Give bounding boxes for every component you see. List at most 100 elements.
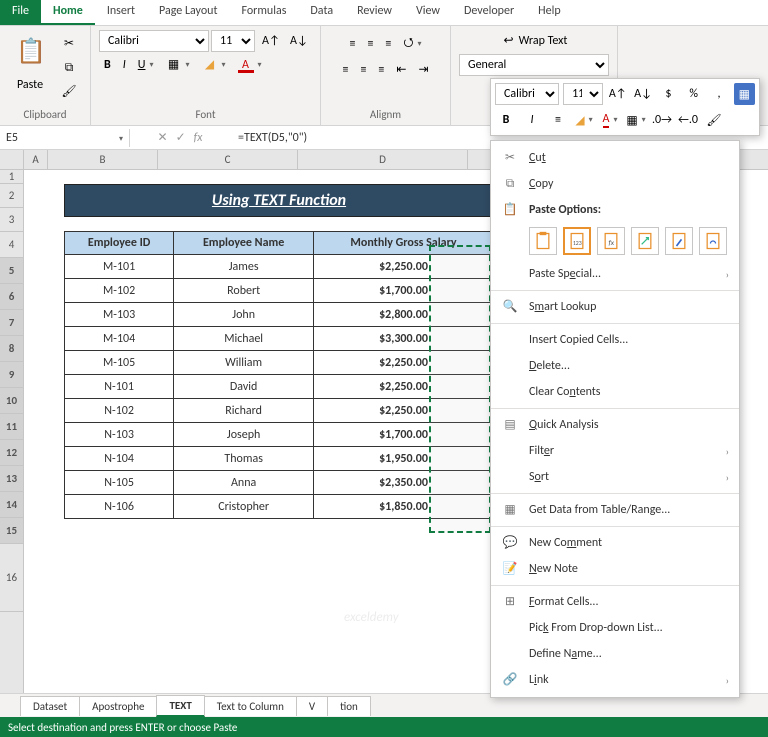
- cell-name[interactable]: Joseph: [174, 423, 314, 447]
- underline-button[interactable]: U: [133, 55, 159, 75]
- mini-shrink-font[interactable]: A↓: [632, 83, 653, 105]
- cut-button[interactable]: ✂: [56, 33, 82, 55]
- fx-icon[interactable]: fx: [194, 131, 203, 145]
- cell-name[interactable]: Anna: [174, 471, 314, 495]
- ctx-clear-contents[interactable]: Clear Contents: [491, 379, 739, 405]
- row-header-16[interactable]: 16: [0, 544, 23, 612]
- mini-format-painter[interactable]: 🖌: [703, 109, 725, 131]
- ctx-format-cells[interactable]: ⊞Format Cells...: [491, 589, 739, 615]
- sheet-tab-text[interactable]: TEXT: [156, 695, 204, 717]
- row-header-6[interactable]: 6: [0, 284, 23, 310]
- cell-id[interactable]: M-104: [65, 327, 174, 351]
- paste-opt-values[interactable]: 123: [563, 227, 591, 255]
- ctx-define-name[interactable]: Define Name...: [491, 641, 739, 667]
- mini-percent[interactable]: %: [683, 83, 704, 105]
- row-header-5[interactable]: 5: [0, 258, 23, 284]
- format-painter-button[interactable]: 🖌: [56, 81, 82, 103]
- col-header-B[interactable]: B: [48, 150, 158, 169]
- mini-inc-decimal[interactable]: .0→: [651, 109, 673, 131]
- tab-formulas[interactable]: Formulas: [229, 0, 298, 25]
- decrease-font-button[interactable]: A↓: [285, 30, 311, 52]
- row-header-12[interactable]: 12: [0, 440, 23, 466]
- sheet-tab-v[interactable]: V: [296, 696, 328, 716]
- cell-name[interactable]: Robert: [174, 279, 314, 303]
- cancel-formula-icon[interactable]: ✕: [158, 130, 168, 145]
- row-header-14[interactable]: 14: [0, 492, 23, 518]
- cell-name[interactable]: Thomas: [174, 447, 314, 471]
- cell-id[interactable]: M-101: [65, 255, 174, 279]
- font-size-select[interactable]: 11: [211, 30, 255, 52]
- ctx-copy[interactable]: ⧉Copy: [491, 171, 739, 197]
- mini-grow-font[interactable]: A↑: [607, 83, 628, 105]
- row-header-1[interactable]: 1: [0, 170, 23, 184]
- bold-button[interactable]: B: [99, 55, 116, 75]
- borders-button[interactable]: ▦: [160, 54, 194, 76]
- cell-name[interactable]: David: [174, 375, 314, 399]
- select-all-corner[interactable]: [0, 150, 23, 170]
- cell-id[interactable]: M-105: [65, 351, 174, 375]
- paste-opt-transpose[interactable]: [631, 227, 659, 255]
- cell-name[interactable]: John: [174, 303, 314, 327]
- col-header-A[interactable]: A: [24, 150, 48, 169]
- increase-font-button[interactable]: A↑: [257, 30, 283, 52]
- mini-fill-color[interactable]: ◢: [573, 109, 595, 131]
- indent-decrease-button[interactable]: ⇤: [391, 59, 411, 80]
- sheet-tab-apostrophe[interactable]: Apostrophe: [79, 696, 157, 716]
- mini-font-size[interactable]: 11: [563, 83, 603, 105]
- tab-developer[interactable]: Developer: [452, 0, 526, 25]
- align-top-button[interactable]: ≡: [344, 34, 360, 54]
- name-box[interactable]: E5: [0, 129, 130, 147]
- row-header-13[interactable]: 13: [0, 466, 23, 492]
- row-header-3[interactable]: 3: [0, 208, 23, 232]
- cell-name[interactable]: Richard: [174, 399, 314, 423]
- sheet-tab-tion[interactable]: tion: [327, 696, 371, 716]
- align-right-button[interactable]: ≡: [373, 60, 389, 80]
- enter-formula-icon[interactable]: ✓: [176, 130, 186, 145]
- row-header-11[interactable]: 11: [0, 414, 23, 440]
- row-header-4[interactable]: 4: [0, 232, 23, 258]
- tab-file[interactable]: File: [0, 0, 41, 25]
- tab-review[interactable]: Review: [345, 0, 404, 25]
- cell-id[interactable]: N-106: [65, 495, 174, 519]
- ctx-insert-copied[interactable]: Insert Copied Cells...: [491, 327, 739, 353]
- fill-color-button[interactable]: ◢: [197, 54, 231, 76]
- cell-id[interactable]: N-104: [65, 447, 174, 471]
- cell-id[interactable]: N-102: [65, 399, 174, 423]
- align-bottom-button[interactable]: ≡: [380, 34, 396, 54]
- mini-format-table[interactable]: ▦: [734, 83, 755, 105]
- cell-id[interactable]: M-103: [65, 303, 174, 327]
- ctx-paste-special[interactable]: Paste Special...›: [491, 261, 739, 287]
- ctx-new-note[interactable]: 📝New Note: [491, 556, 739, 582]
- paste-opt-default[interactable]: [529, 227, 557, 255]
- tab-view[interactable]: View: [404, 0, 452, 25]
- paste-button[interactable]: 📋 Paste: [8, 35, 52, 101]
- mini-align-center[interactable]: ≡: [547, 109, 569, 131]
- orientation-button[interactable]: ⭯: [398, 30, 426, 57]
- tab-help[interactable]: Help: [526, 0, 573, 25]
- mini-accounting[interactable]: $: [658, 83, 679, 105]
- align-left-button[interactable]: ≡: [337, 60, 353, 80]
- cell-name[interactable]: Cristopher: [174, 495, 314, 519]
- mini-bold[interactable]: B: [495, 109, 517, 131]
- indent-increase-button[interactable]: ⇥: [413, 59, 433, 80]
- tab-page-layout[interactable]: Page Layout: [147, 0, 229, 25]
- italic-button[interactable]: I: [118, 55, 131, 75]
- ctx-quick-analysis[interactable]: ▤Quick Analysis: [491, 412, 739, 438]
- sheet-tab-dataset[interactable]: Dataset: [20, 696, 80, 716]
- col-header-C[interactable]: C: [158, 150, 298, 169]
- cell-name[interactable]: James: [174, 255, 314, 279]
- mini-borders[interactable]: ▦: [625, 109, 647, 131]
- font-name-select[interactable]: Calibri: [99, 30, 209, 52]
- col-header-D[interactable]: D: [298, 150, 468, 169]
- cell-id[interactable]: M-102: [65, 279, 174, 303]
- mini-dec-decimal[interactable]: ←.0: [677, 109, 699, 131]
- cell-id[interactable]: N-103: [65, 423, 174, 447]
- ctx-link[interactable]: 🔗Link›: [491, 667, 739, 693]
- mini-font-select[interactable]: Calibri: [495, 83, 559, 105]
- ctx-pick-from-list[interactable]: Pick From Drop-down List...: [491, 615, 739, 641]
- cell-name[interactable]: Michael: [174, 327, 314, 351]
- tab-data[interactable]: Data: [298, 0, 345, 25]
- ctx-delete[interactable]: Delete...: [491, 353, 739, 379]
- wrap-text-button[interactable]: ↩Wrap Text: [496, 30, 573, 52]
- copy-button[interactable]: ⧉: [56, 57, 82, 79]
